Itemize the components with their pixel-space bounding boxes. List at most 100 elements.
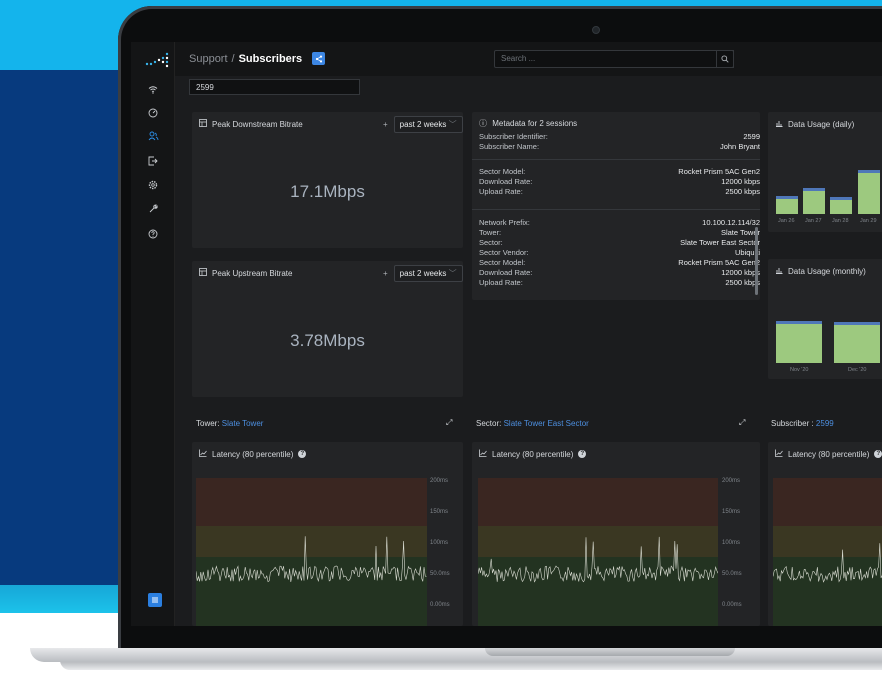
metadata-row: Sector Vendor: Ubiquiti	[479, 248, 760, 257]
latency-title-text: Latency (80 percentile)	[492, 449, 574, 459]
app-logo[interactable]	[145, 52, 169, 68]
chevron-down-icon: ﹀	[448, 269, 457, 278]
upstream-range-text: past 2 weeks	[399, 269, 447, 278]
latency-title-text: Latency (80 percentile)	[212, 449, 294, 459]
latency-band	[773, 526, 882, 557]
metadata-value: 2500 kbps	[725, 187, 760, 196]
usage-monthly-bar	[834, 322, 880, 363]
metadata-key: Network Prefix:	[479, 218, 530, 227]
latency-y-label: 50.0ms	[722, 571, 742, 577]
usage-daily-bar-cap	[803, 188, 825, 191]
metadata-row: Subscriber Name: John Bryant	[479, 142, 760, 151]
breadcrumb-section[interactable]: Support	[189, 53, 228, 65]
latency-y-label: 200ms	[722, 478, 741, 484]
upstream-range-select[interactable]: past 2 weeks ﹀	[393, 265, 463, 282]
usage-daily-x-label: Jan 29	[860, 218, 877, 224]
metadata-row: Sector: Slate Tower East Sector	[479, 238, 760, 247]
help-icon[interactable]	[142, 225, 164, 243]
metadata-value: Rocket Prism 5AC Gen2	[678, 258, 760, 267]
latency-band	[196, 526, 427, 557]
metadata-separator	[472, 209, 760, 210]
expand-icon[interactable]: ⤢	[446, 418, 452, 428]
subscriber-filter-input[interactable]: 2599	[189, 79, 360, 95]
usage-daily-bar	[830, 197, 852, 214]
usage-daily-panel: Data Usage (daily) Jan 26 Jan 27 Jan 28 …	[768, 112, 882, 232]
metadata-row: Upload Rate: 2500 kbps	[479, 278, 760, 287]
logout-icon[interactable]	[142, 152, 164, 170]
metadata-row: Download Rate: 12000 kbps	[479, 177, 760, 186]
metadata-scrollbar[interactable]	[755, 227, 758, 295]
metadata-value: Slate Tower East Sector	[680, 238, 760, 247]
search-icon[interactable]	[716, 50, 734, 68]
metadata-title: ⓘ Metadata for 2 sessions	[479, 118, 577, 129]
add-button[interactable]: +	[383, 120, 388, 129]
top-bar: Support / Subscribers Search ...	[175, 42, 882, 76]
line-chart-icon	[199, 449, 207, 459]
metadata-key: Sector Model:	[479, 258, 526, 267]
usage-monthly-title: Data Usage (monthly)	[775, 266, 866, 276]
tower-link[interactable]: Slate Tower	[222, 419, 264, 428]
sector-link[interactable]: Slate Tower East Sector	[504, 419, 589, 428]
help-icon[interactable]: ?	[874, 450, 882, 458]
metadata-title-text: Metadata for 2 sessions	[492, 119, 578, 128]
usage-monthly-title-text: Data Usage (monthly)	[788, 266, 866, 276]
wifi-icon[interactable]	[142, 80, 164, 98]
metadata-value: 10.100.12.114/32	[702, 218, 760, 227]
metadata-row: Sector Model: Rocket Prism 5AC Gen2	[479, 258, 760, 267]
peak-upstream-panel: Peak Upstream Bitrate + past 2 weeks ﹀ 3…	[192, 261, 463, 397]
latency-band	[773, 557, 882, 626]
metadata-panel: ⓘ Metadata for 2 sessions Subscriber Ide…	[472, 112, 760, 300]
usage-monthly-panel: Data Usage (monthly) Nov '20 Dec '20	[768, 259, 882, 379]
latency-title: Latency (80 percentile) ?	[775, 449, 882, 459]
metadata-row: Network Prefix: 10.100.12.114/32	[479, 218, 760, 227]
metadata-value: 12000 kbps	[721, 177, 760, 186]
latency-y-label: 200ms	[430, 478, 449, 484]
sector-latency-panel: Latency (80 percentile) ? 200ms 150ms 10…	[472, 442, 760, 626]
metadata-key: Subscriber Name:	[479, 142, 540, 151]
usage-daily-bar	[776, 196, 798, 214]
help-icon[interactable]: ?	[578, 450, 587, 458]
bar-chart-icon	[775, 266, 783, 276]
peak-downstream-panel: Peak Downstream Bitrate + past 2 weeks ﹀…	[192, 112, 463, 248]
metadata-key: Download Rate:	[479, 268, 533, 277]
usage-daily-x-label: Jan 28	[832, 218, 849, 224]
add-button[interactable]: +	[383, 269, 388, 278]
sector-latency-plot	[478, 478, 718, 626]
subscriber-link[interactable]: 2599	[816, 419, 834, 428]
metadata-key: Upload Rate:	[479, 278, 523, 287]
usage-monthly-x-label: Dec '20	[848, 367, 867, 373]
usage-daily-bar	[803, 188, 825, 214]
search-input[interactable]: Search ...	[494, 50, 734, 68]
usage-daily-x-label: Jan 27	[805, 218, 822, 224]
metadata-separator	[472, 159, 760, 160]
downstream-range-select[interactable]: past 2 weeks ﹀	[393, 116, 463, 133]
expand-icon[interactable]: ⤢	[739, 418, 745, 428]
latency-title: Latency (80 percentile) ?	[199, 449, 307, 459]
dashboard-icon[interactable]	[142, 104, 164, 122]
latency-band	[478, 478, 718, 526]
subscribers-icon[interactable]	[142, 127, 164, 145]
usage-daily-bar-cap	[830, 197, 852, 200]
usage-monthly-x-label: Nov '20	[790, 367, 809, 373]
subscriber-section-label: Subscriber : 2599	[771, 419, 834, 428]
tower-latency-plot	[196, 478, 427, 626]
help-icon[interactable]: ?	[298, 450, 307, 458]
latency-title: Latency (80 percentile) ?	[479, 449, 587, 459]
usage-daily-x-label: Jan 26	[778, 218, 795, 224]
wrench-icon[interactable]	[142, 200, 164, 218]
share-icon[interactable]	[312, 52, 326, 65]
breadcrumb: Support / Subscribers	[189, 52, 326, 65]
line-chart-icon	[479, 449, 487, 459]
settings-icon[interactable]	[142, 176, 164, 194]
metadata-row: Tower: Slate Tower	[479, 228, 760, 237]
peak-downstream-value: 17.1Mbps	[290, 182, 365, 201]
usage-daily-bar	[858, 170, 880, 214]
metadata-row: Subscriber Identifier: 2599	[479, 132, 760, 141]
metadata-key: Download Rate:	[479, 177, 533, 186]
metadata-key: Sector Vendor:	[479, 248, 529, 257]
metadata-value: Rocket Prism 5AC Gen2	[678, 167, 760, 176]
list-view-icon[interactable]	[148, 593, 162, 607]
subscriber-label: Subscriber :	[771, 419, 814, 428]
peak-upstream-title-text: Peak Upstream Bitrate	[212, 268, 293, 278]
latency-y-label: 150ms	[430, 509, 449, 515]
